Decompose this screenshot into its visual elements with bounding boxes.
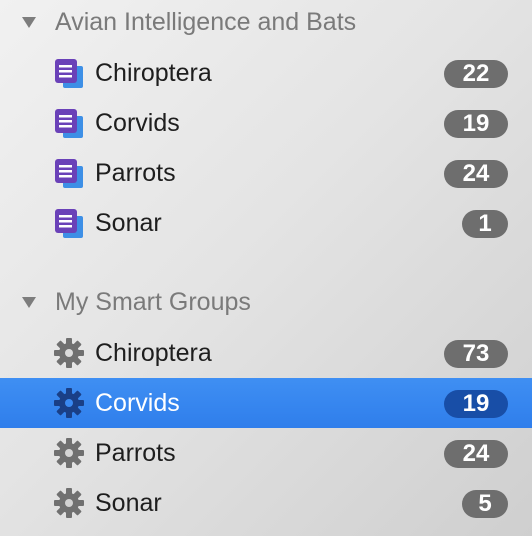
- section-title: My Smart Groups: [55, 287, 251, 316]
- document-stack-icon: [55, 159, 83, 188]
- sidebar-item-label: Sonar: [95, 489, 162, 517]
- disclosure-triangle-icon[interactable]: [22, 17, 36, 28]
- smart-group-sonar[interactable]: Sonar 5: [0, 478, 532, 528]
- gear-icon: [54, 488, 84, 518]
- sidebar-item-label: Corvids: [95, 109, 180, 137]
- count-badge: 73: [444, 340, 508, 368]
- count-badge: 5: [462, 490, 508, 518]
- document-stack-icon: [55, 59, 83, 88]
- count-badge: 24: [444, 160, 508, 188]
- smart-group-chiroptera[interactable]: Chiroptera 73: [0, 328, 532, 378]
- gear-icon: [54, 388, 84, 418]
- source-list-sidebar: Avian Intelligence and Bats Chiroptera 2…: [0, 0, 532, 536]
- sidebar-item-label: Corvids: [95, 389, 180, 417]
- sidebar-item-label: Chiroptera: [95, 59, 212, 87]
- smart-group-corvids[interactable]: Corvids 19: [0, 378, 532, 428]
- sidebar-item-corvids[interactable]: Corvids 19: [0, 98, 532, 148]
- document-stack-icon: [55, 209, 83, 238]
- disclosure-triangle-icon[interactable]: [22, 297, 36, 308]
- count-badge: 1: [462, 210, 508, 238]
- count-badge: 24: [444, 440, 508, 468]
- section-header-avian[interactable]: Avian Intelligence and Bats: [0, 0, 532, 44]
- count-badge: 19: [444, 110, 508, 138]
- sidebar-item-label: Sonar: [95, 209, 162, 237]
- sidebar-item-chiroptera[interactable]: Chiroptera 22: [0, 48, 532, 98]
- count-badge: 19: [444, 390, 508, 418]
- count-badge: 22: [444, 60, 508, 88]
- section-header-smart-groups[interactable]: My Smart Groups: [0, 280, 532, 324]
- smart-group-parrots[interactable]: Parrots 24: [0, 428, 532, 478]
- sidebar-item-sonar[interactable]: Sonar 1: [0, 198, 532, 248]
- gear-icon: [54, 438, 84, 468]
- gear-icon: [54, 338, 84, 368]
- sidebar-item-parrots[interactable]: Parrots 24: [0, 148, 532, 198]
- document-stack-icon: [55, 109, 83, 138]
- sidebar-item-label: Parrots: [95, 439, 176, 467]
- sidebar-item-label: Parrots: [95, 159, 176, 187]
- sidebar-item-label: Chiroptera: [95, 339, 212, 367]
- section-title: Avian Intelligence and Bats: [55, 7, 357, 36]
